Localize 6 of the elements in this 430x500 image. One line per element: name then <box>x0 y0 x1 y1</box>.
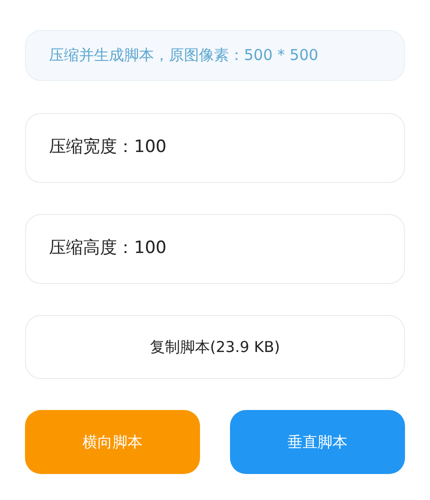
info-text: 压缩并生成脚本，原图像素：500 * 500 <box>49 45 318 66</box>
field-label: 压缩宽度：100 <box>49 136 166 160</box>
copy-button[interactable]: 复制脚本(23.9 KB) <box>25 315 405 379</box>
field-label: 压缩高度：100 <box>49 237 166 260</box>
script-button[interactable]: 垂直脚本 <box>230 410 405 474</box>
script-button[interactable]: 横向脚本 <box>25 410 200 474</box>
